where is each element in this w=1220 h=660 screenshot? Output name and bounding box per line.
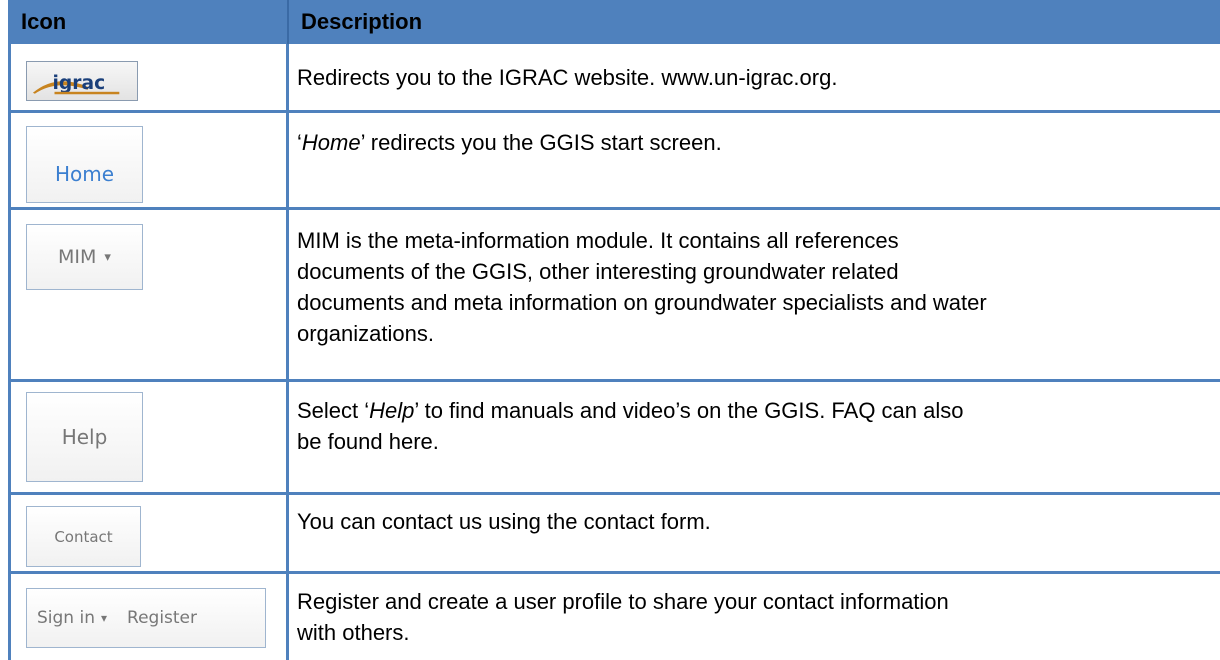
sign-in-register-button[interactable]: Sign in ▾ Register: [26, 588, 266, 648]
contact-button-label: Contact: [54, 527, 113, 546]
igrac-logo-icon: igrac: [32, 73, 120, 95]
header-description: Description: [301, 9, 423, 34]
row-divider: [8, 379, 1220, 382]
home-button-label: Home: [54, 162, 115, 186]
chevron-down-icon: ▾: [104, 249, 111, 265]
row-divider: [8, 571, 1220, 574]
description-mim: MIM is the meta-information module. It c…: [297, 228, 987, 346]
description-contact: You can contact us using the contact for…: [297, 509, 711, 534]
header-icon: Icon: [21, 9, 67, 34]
row-divider: [8, 110, 1220, 113]
description-home: ‘Home’ redirects you the GGIS start scre…: [297, 130, 722, 155]
row-divider: [8, 207, 1220, 210]
column-divider: [286, 44, 289, 660]
help-button-label: Help: [61, 425, 108, 449]
chevron-down-icon: ▾: [100, 611, 108, 625]
header-divider: [287, 0, 289, 44]
table-header: Icon Description: [8, 0, 1220, 44]
icon-description-table: Icon Description igrac Redirects you to …: [8, 0, 1220, 660]
description-sign-in: Register and create a user profile to sh…: [297, 589, 949, 645]
help-button[interactable]: Help: [26, 392, 143, 482]
description-igrac: Redirects you to the IGRAC website. www.…: [297, 65, 838, 90]
logo-text: igrac: [53, 73, 106, 94]
igrac-logo-button[interactable]: igrac: [26, 61, 138, 101]
contact-button[interactable]: Contact: [26, 506, 141, 567]
mim-button-label: MIM: [58, 246, 97, 268]
sign-in-label[interactable]: Sign in: [37, 608, 95, 628]
description-help: Select ‘Help’ to find manuals and video’…: [297, 398, 964, 454]
mim-dropdown-button[interactable]: MIM ▾: [26, 224, 143, 290]
row-divider: [8, 492, 1220, 495]
table-left-border: [8, 44, 11, 660]
home-button[interactable]: Home: [26, 126, 143, 203]
register-label[interactable]: Register: [127, 608, 197, 628]
